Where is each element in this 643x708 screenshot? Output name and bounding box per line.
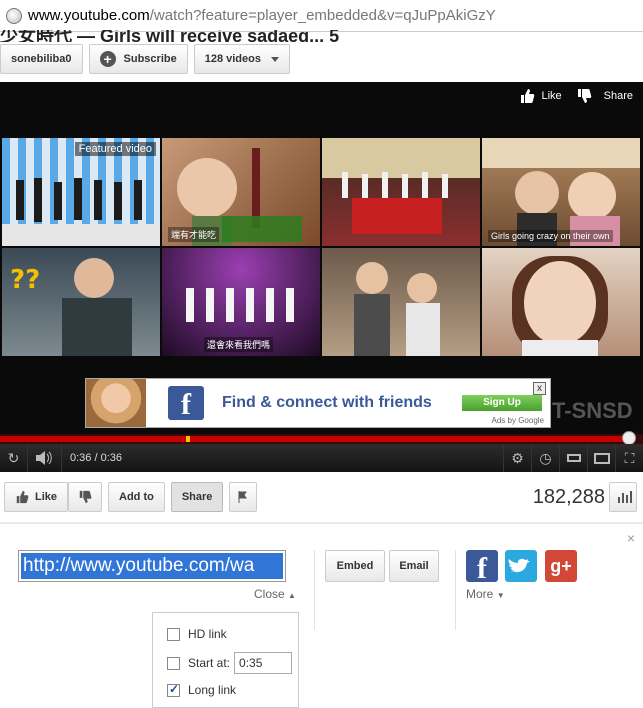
flag-button[interactable] [229,482,258,512]
videos-dropdown[interactable]: 128 videos [193,44,290,74]
chevron-down-icon: ▼ [496,591,505,600]
replay-icon[interactable]: ↻ [0,444,28,472]
share-panel: × http://www.youtube.com/wa Close ▲ Embe… [0,524,643,708]
time-display: 0:36 / 0:36 [70,452,122,464]
thumbnail-caption: 端有才能吃 [168,227,220,242]
clock-icon[interactable]: ◷ [531,444,559,472]
chevron-down-icon [270,56,279,62]
hd-link-checkbox[interactable] [167,627,180,641]
like-button[interactable]: Like [4,482,69,512]
video-thumbnail[interactable] [322,138,480,246]
thumbs-up-icon [16,490,29,504]
start-at-checkbox[interactable] [167,656,180,670]
video-thumbnail[interactable]: ?? [2,248,160,356]
progress-bar[interactable] [0,431,643,445]
featured-video-label: Featured video [74,142,156,156]
plus-icon: + [99,51,116,67]
thumbnail-caption: Girls going crazy on their own [488,230,613,242]
google-plus-share-icon[interactable]: g+ [545,550,577,582]
video-player[interactable]: Like Share Featured video 端有才能吃 Girls go… [0,82,643,472]
video-thumbnail[interactable]: Featured video [2,138,160,246]
volume-icon[interactable] [28,444,62,472]
long-link-checkbox[interactable] [167,682,180,697]
share-url-input[interactable]: http://www.youtube.com/wa [18,550,286,582]
view-count: 182,288 [532,486,605,508]
separator [455,550,456,630]
video-thumbnail[interactable]: 還會來看我們嗎 [162,248,320,356]
facebook-ad[interactable]: f Find & connect with friends Sign Up Ad… [85,378,551,428]
subscribe-button[interactable]: + Subscribe [88,44,188,74]
player-like-label[interactable]: Like [541,90,561,102]
progress-played [0,436,629,442]
caret-up-icon: ▲ [288,591,296,600]
channel-watermark: T-SNSD [552,398,633,423]
address-bar[interactable]: www.youtube.com/watch?feature=player_emb… [0,0,643,32]
share-options-box: HD link Start at: 0:35 Long link [152,612,299,708]
ad-text[interactable]: Find & connect with friends [222,394,432,412]
video-thumbnail[interactable]: Girls going crazy on their own [482,138,640,246]
player-top-bar: Like Share [519,82,643,110]
email-button[interactable]: Email [389,550,439,582]
stats-button[interactable] [609,482,637,512]
flag-icon [238,491,248,503]
separator [314,550,315,630]
start-time-input[interactable]: 0:35 [234,652,293,674]
small-player-icon[interactable] [559,444,587,472]
fullscreen-icon[interactable]: ⛶ [615,444,643,472]
related-videos-grid: Featured video 端有才能吃 Girls going crazy o… [0,138,643,358]
video-title: 少女時代 — Girls will receive sadaeg... 5 [0,30,340,42]
more-share-options[interactable]: More ▼ [466,587,505,601]
globe-icon [6,7,22,24]
video-thumbnail[interactable] [322,248,480,356]
channel-name-button[interactable]: sonebiliba0 [0,44,83,74]
facebook-icon: f [168,386,204,421]
hd-link-option[interactable]: HD link [167,625,227,643]
svg-text:??: ?? [10,265,40,295]
start-at-option[interactable]: Start at: 0:35 [167,651,293,675]
url-text[interactable]: www.youtube.com/watch?feature=player_emb… [28,7,496,24]
ad-attribution: Ads by Google [491,416,544,425]
twitter-share-icon[interactable] [505,550,537,582]
player-share-label[interactable]: Share [604,90,633,102]
video-thumbnail[interactable]: 端有才能吃 [162,138,320,246]
dislike-button[interactable] [68,482,103,512]
ad-photo [86,379,146,427]
thumbs-down-icon[interactable] [576,88,592,104]
video-thumbnail[interactable] [482,248,640,356]
progress-marker [186,436,190,442]
ad-signup-button[interactable]: Sign Up [462,395,542,411]
share-button[interactable]: Share [170,482,224,512]
channel-bar: sonebiliba0 + Subscribe 128 videos [0,44,290,76]
thumbs-down-icon [79,490,92,504]
ad-close-icon[interactable]: x [533,382,546,395]
thumbnail-caption: 還會來看我們嗎 [204,337,274,352]
facebook-share-icon[interactable]: f [466,550,498,585]
embed-button[interactable]: Embed [325,550,385,582]
share-close-link[interactable]: Close ▲ [254,587,296,601]
gear-icon[interactable]: ⚙ [503,444,531,472]
thumbs-up-icon[interactable] [519,88,535,104]
share-panel-close-icon[interactable]: × [627,530,635,546]
long-link-option[interactable]: Long link [167,681,236,699]
progress-scrubber[interactable] [622,431,636,445]
add-to-button[interactable]: Add to [108,482,165,512]
large-player-icon[interactable] [587,444,615,472]
player-controls: ↻ 0:36 / 0:36 ⚙ ◷ ⛶ [0,444,643,472]
